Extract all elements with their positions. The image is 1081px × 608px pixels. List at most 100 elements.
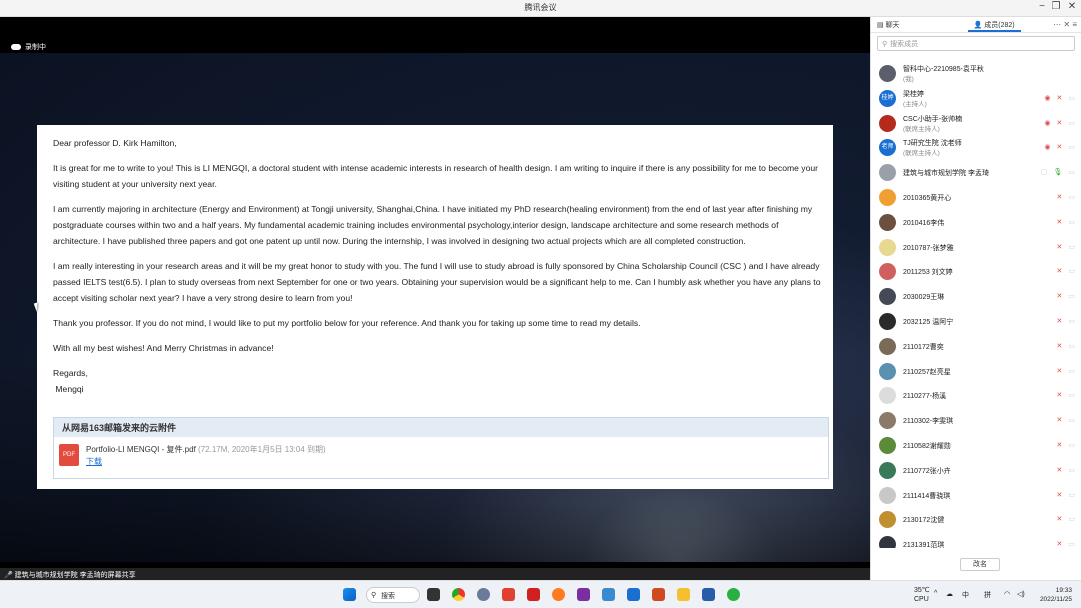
member-row[interactable]: 2110582谢耀勋 ✕ ▭	[879, 435, 1079, 457]
member-status-icons: ▢ 🎙 ▭	[1041, 168, 1075, 176]
rename-button[interactable]: 改名	[960, 558, 1000, 571]
windows-start-icon[interactable]	[343, 588, 356, 601]
member-name: 2011253 刘文婷	[903, 269, 953, 277]
tab-chat[interactable]: ▤ 聊天	[871, 17, 906, 32]
ime-lang[interactable]: 中	[962, 590, 969, 600]
member-status-icons: ✕ ▭	[1057, 491, 1076, 499]
member-name: 2010365黄开心	[903, 195, 952, 202]
member-row[interactable]: 2110257赵亮星 ✕ ▭	[879, 361, 1079, 383]
weather-widget[interactable]: 35℃ CPU	[914, 586, 930, 604]
clock[interactable]: 19:33 2022/11/25	[1038, 586, 1072, 604]
firefox-icon[interactable]	[552, 588, 565, 601]
member-role: (联席主持人)	[903, 125, 940, 133]
clock-time: 19:33	[1055, 587, 1072, 594]
settings-icon[interactable]	[477, 588, 490, 601]
search-placeholder: 搜索成员	[890, 40, 919, 48]
member-row[interactable]: 2010787-张梦雅 ✕ ▭	[879, 237, 1079, 259]
tab-chat-label: 聊天	[885, 22, 900, 29]
powerpoint-icon[interactable]	[652, 588, 665, 601]
avatar	[879, 238, 896, 256]
member-row[interactable]: 智科中心-2210985-袁平秋 (我)	[879, 63, 1079, 85]
member-row[interactable]: 2110302-李雯琪 ✕ ▭	[879, 410, 1079, 432]
tencent-meeting-icon[interactable]	[627, 588, 640, 601]
app-icon[interactable]	[502, 588, 515, 601]
email-body: Dear professor D. Kirk Hamilton, It is g…	[53, 135, 823, 397]
member-row[interactable]: 2130172沈健 ✕ ▭	[879, 509, 1079, 531]
close-icon[interactable]: ✕	[1065, 1, 1079, 12]
member-name: 2110277-杨溪	[903, 393, 947, 401]
avatar	[879, 437, 896, 454]
member-row[interactable]: 2131391范琪 ✕ ▭	[879, 534, 1079, 548]
member-row[interactable]: 2110772张小卉 ✕ ▭	[879, 460, 1079, 482]
member-row[interactable]: 2032125 温阿宁 ✕ ▭	[879, 311, 1079, 333]
member-status-icons: ✕ ▭	[1057, 243, 1076, 251]
camera-off-icon: ▭	[1068, 541, 1075, 548]
ime-mode[interactable]: 拼	[984, 590, 991, 600]
member-row[interactable]: 2010365黄开心 ✕ ▭	[879, 187, 1079, 209]
member-status-icons: ✕ ▭	[1057, 367, 1076, 375]
email-greeting: Dear professor D. Kirk Hamilton,	[53, 138, 177, 148]
avatar	[879, 461, 896, 479]
email-paragraph: I am currently majoring in architecture …	[53, 204, 813, 246]
member-name: 2010787-张梦雅	[903, 244, 954, 252]
onedrive-icon[interactable]: ☁	[946, 590, 953, 598]
member-row[interactable]: 2110277-杨溪 ✕ ▭	[879, 385, 1079, 407]
member-search-input[interactable]: ⚲ 搜索成员	[877, 36, 1075, 51]
camera-off-icon: ▭	[1068, 293, 1075, 301]
member-status-icons: ✕ ▭	[1057, 193, 1076, 201]
onenote-icon[interactable]	[577, 588, 590, 601]
wifi-icon[interactable]: ◠	[1004, 590, 1010, 598]
volume-icon[interactable]: ◁)	[1017, 590, 1025, 598]
avatar	[879, 65, 896, 82]
mic-muted-icon: ✕	[1056, 268, 1063, 276]
member-status-icons: ◉ ✕ ▭	[1044, 119, 1075, 127]
member-row[interactable]: 2110172曹奕 ✕ ▭	[879, 336, 1079, 358]
member-row[interactable]: 2011253 刘文婷 ✕ ▭	[879, 261, 1079, 283]
recording-label: 录制中	[25, 44, 46, 51]
screen-share-icon: ▢	[1040, 169, 1048, 177]
email-document: Dear professor D. Kirk Hamilton, It is g…	[37, 125, 833, 489]
camera-off-icon: ▭	[1068, 491, 1075, 499]
member-row[interactable]: CSC小助手-张帅楠 (联席主持人) ◉ ✕ ▭	[879, 113, 1079, 135]
member-row[interactable]: 老师 TJ研究生院 沈老师 (联席主持人) ◉ ✕ ▭	[879, 137, 1079, 159]
app-icon[interactable]	[602, 588, 615, 601]
camera-off-icon: ▭	[1068, 243, 1075, 251]
mic-muted-icon: ✕	[1056, 318, 1063, 325]
eye-icon: ◉	[1044, 94, 1051, 102]
member-row[interactable]: 桂婷 梁桂婷 (主持人) ◉ ✕ ▭	[879, 88, 1079, 110]
member-row[interactable]: 2010416李伟 ✕ ▭	[879, 212, 1079, 234]
more-icon[interactable]: ⋯ ✕ ≡	[1049, 17, 1081, 32]
mic-muted-icon: ✕	[1056, 367, 1063, 375]
avatar	[879, 362, 896, 380]
camera-off-icon: ▭	[1068, 169, 1075, 177]
avatar	[879, 486, 896, 504]
member-name: 2030029王琳	[903, 294, 945, 302]
task-view-icon[interactable]	[427, 588, 440, 601]
members-panel: ▤ 聊天 👤 成员(282) ⋯ ✕ ≡ ⚲ 搜索成员 智科中心-2210985…	[870, 17, 1081, 580]
eye-icon: ◉	[1044, 144, 1051, 152]
member-name: 2111414曹骁琪	[903, 492, 951, 500]
chat-icon: ▤	[877, 22, 886, 29]
app-icon[interactable]	[527, 588, 540, 601]
member-row[interactable]: 2111414曹骁琪 ✕ ▭	[879, 485, 1079, 507]
member-name: 2110257赵亮星	[903, 368, 951, 376]
word-icon[interactable]	[702, 588, 715, 601]
member-row[interactable]: 建筑与城市规划学院 李孟琦 ▢ 🎙 ▭	[879, 162, 1079, 184]
minimize-icon[interactable]: −	[1035, 1, 1049, 12]
wechat-icon[interactable]	[727, 588, 740, 601]
avatar	[879, 536, 896, 548]
chrome-icon[interactable]	[452, 588, 465, 601]
email-regards: Regards,	[53, 368, 88, 378]
file-explorer-icon[interactable]	[677, 588, 690, 601]
member-row[interactable]: 2030029王琳 ✕ ▭	[879, 286, 1079, 308]
member-status-icons: ✕ ▭	[1057, 218, 1076, 226]
mic-muted-icon: ✕	[1056, 144, 1063, 152]
taskbar-search[interactable]: ⚲ 搜索	[366, 587, 420, 603]
attachment-name[interactable]: Portfolio-LI MENGQI - 复件.pdf	[86, 445, 196, 454]
tray-chevron-icon[interactable]: ^	[934, 590, 937, 597]
restore-icon[interactable]: ❐	[1049, 1, 1063, 12]
email-paragraph: I am really interesting in your research…	[53, 261, 821, 303]
search-icon: ⚲	[882, 40, 888, 48]
tab-members[interactable]: 👤 成员(282)	[967, 17, 1021, 32]
download-link[interactable]: 下载	[86, 456, 102, 467]
